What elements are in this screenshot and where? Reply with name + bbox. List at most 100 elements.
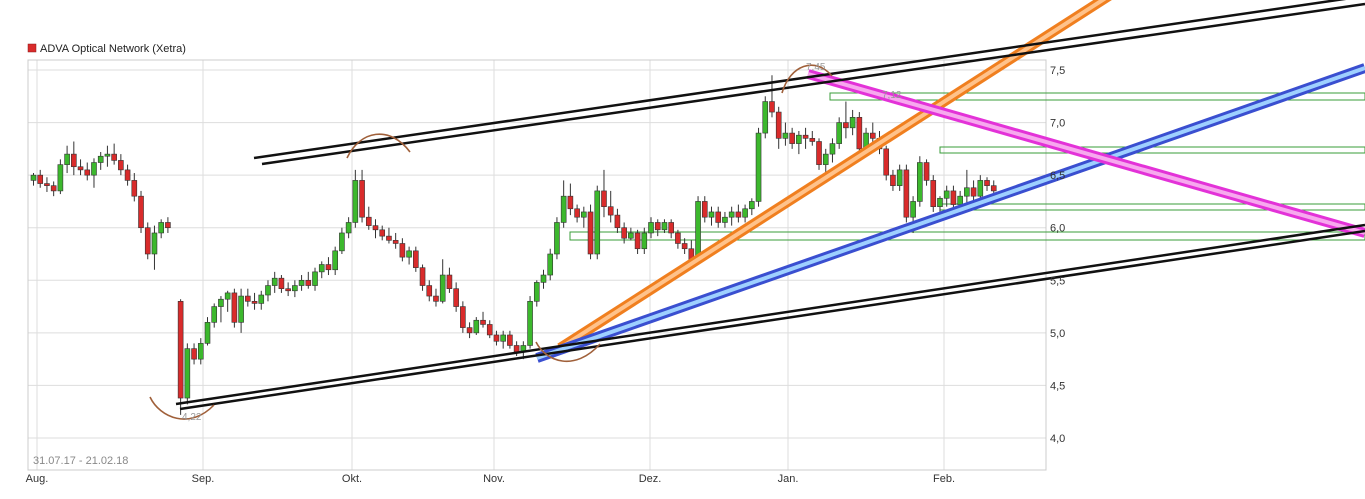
y-tick-label: 6,5: [1050, 170, 1065, 182]
candle-up: [977, 180, 984, 197]
candle-up: [406, 250, 412, 258]
candle-down: [379, 229, 386, 237]
candle-down: [587, 211, 594, 255]
candle-down: [138, 195, 144, 229]
candle-up: [30, 174, 37, 181]
candle-down: [843, 122, 849, 129]
candle-down: [446, 274, 453, 289]
candle-down: [177, 301, 184, 399]
candle-down: [668, 222, 674, 234]
candle-down: [816, 141, 822, 165]
x-tick-label: Jan.: [778, 473, 799, 485]
candle-up: [64, 153, 70, 165]
candle-up: [762, 101, 769, 134]
candle-up: [560, 195, 567, 223]
candle-up: [271, 277, 278, 286]
candle-down: [574, 208, 580, 218]
y-axis: 4,0 4,5 5,0 5,5 6,0 6,5 7,0 7,5: [1050, 65, 1065, 445]
y-tick-label: 4,0: [1050, 433, 1065, 445]
candle-down: [480, 319, 486, 325]
candle-down: [460, 306, 466, 328]
support-zone-6: [939, 203, 1365, 211]
support-zone-lower: [569, 231, 1365, 241]
candle-up: [473, 319, 480, 334]
candle-down: [493, 334, 500, 342]
candle-up: [581, 211, 587, 218]
candle-down: [802, 134, 809, 139]
x-axis: Aug. Sep. Okt. Nov. Dez. Jan. Feb.: [26, 473, 955, 485]
candle-down: [419, 267, 426, 286]
candle-down: [567, 195, 574, 210]
candle-down: [144, 227, 151, 255]
candle-up: [755, 132, 762, 202]
candle-down: [715, 211, 722, 223]
candle-down: [278, 277, 285, 289]
date-range: 31.07.17 - 21.02.18: [33, 455, 128, 467]
candle-down: [131, 180, 138, 197]
candle-up: [648, 222, 654, 234]
channel-lower-line-2: [179, 229, 1365, 411]
candle-down: [607, 206, 614, 216]
candle-up: [849, 117, 856, 129]
candle-down: [433, 295, 439, 302]
candle-up: [641, 232, 648, 250]
candle-up: [722, 216, 728, 223]
candle-down: [77, 166, 84, 171]
x-tick-label: Feb.: [933, 473, 955, 485]
annotation-high: 7,45: [806, 62, 826, 73]
y-tick-label: 7,0: [1050, 118, 1065, 130]
candle-up: [661, 222, 668, 231]
candle-down: [191, 348, 197, 360]
candle-down: [735, 211, 742, 218]
candle-up: [211, 306, 218, 323]
candle-down: [507, 334, 513, 346]
candle-up: [345, 222, 352, 234]
candle-up: [957, 195, 963, 205]
candle-down: [486, 324, 493, 336]
candle-up: [352, 180, 359, 223]
x-tick-label: Dez.: [639, 473, 662, 485]
candle-up: [97, 155, 104, 163]
candle-down: [165, 222, 171, 229]
candle-down: [84, 169, 91, 176]
candle-up: [265, 285, 271, 296]
candle-up: [896, 169, 903, 186]
candle-up: [292, 285, 298, 292]
candle-up: [822, 153, 829, 165]
candle-up: [796, 134, 802, 144]
candle-down: [675, 232, 681, 244]
candle-down: [903, 169, 910, 218]
candle-down: [251, 301, 258, 304]
candle-down: [372, 225, 379, 231]
candle-down: [970, 187, 977, 197]
x-tick-label: Nov.: [483, 473, 505, 485]
candle-up: [708, 211, 715, 218]
candle-down: [118, 160, 124, 171]
candle-up: [439, 274, 446, 302]
candle-down: [413, 250, 419, 268]
candle-up: [937, 197, 943, 207]
candle-down: [950, 190, 957, 205]
candle-down: [890, 174, 896, 186]
candle-up: [339, 232, 345, 252]
channel-lower-line-1: [175, 223, 1365, 406]
candle-down: [245, 295, 251, 302]
candle-up: [628, 232, 634, 239]
candle-down: [856, 117, 863, 150]
candle-down: [325, 264, 332, 271]
candle-down: [231, 292, 238, 323]
candle-down: [513, 345, 520, 353]
annotation-mid-high: 7,12: [882, 90, 902, 101]
candle-down: [654, 222, 661, 231]
candle-up: [943, 190, 950, 199]
resistance-zone-middle: [939, 146, 1365, 154]
candle-down: [44, 183, 50, 186]
candle-up: [964, 187, 970, 197]
candle-down: [392, 240, 399, 244]
candle-down: [614, 214, 621, 229]
candle-down: [453, 288, 459, 307]
candle-down: [789, 132, 795, 144]
candle-up: [782, 132, 789, 139]
candle-down: [930, 180, 937, 207]
candle-down: [883, 148, 890, 176]
